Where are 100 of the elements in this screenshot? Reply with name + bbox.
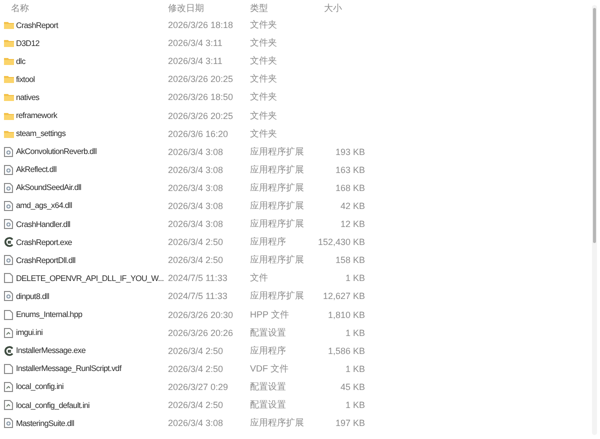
file-name[interactable]: InstallerMessage_RunlScript.vdf (15, 364, 168, 374)
file-size: 1 KB (344, 400, 365, 410)
gear-file-icon (4, 182, 13, 193)
modified-date: 2026/3/26 18:50 (168, 92, 234, 102)
file-size: 12,627 KB (322, 291, 365, 302)
file-type: 应用程序扩展 (250, 254, 305, 267)
file-name[interactable]: steam_settings (15, 129, 168, 138)
file-size: 168 KB (334, 182, 365, 193)
file-type: VDF 文件 (250, 363, 290, 376)
scroll-thumb[interactable] (593, 8, 596, 243)
folder-icon (4, 57, 14, 66)
file-size: 42 KB (339, 200, 365, 211)
file-type: 配置设置 (250, 327, 287, 339)
file-size: 1 KB (344, 364, 365, 374)
file-type: 文件 (250, 272, 269, 285)
file-name[interactable]: MasteringSuite.dll (15, 418, 168, 428)
file-name[interactable]: CrashReport.exe (15, 238, 168, 247)
file-name[interactable]: dlc (15, 56, 168, 66)
file-name[interactable]: amd_ags_x64.dll (15, 201, 168, 210)
folder-icon (4, 21, 14, 30)
file-name[interactable]: local_config.ini (15, 382, 168, 392)
file-name[interactable]: fixtool (15, 74, 168, 84)
gear-file-icon (4, 146, 13, 157)
file-type: 应用程序扩展 (250, 218, 305, 230)
file-name[interactable]: AkSoundSeedAir.dll (15, 183, 168, 192)
file-size: 1,586 KB (326, 346, 365, 356)
modified-date: 2026/3/4 3:08 (168, 219, 224, 230)
settings-file-icon (4, 328, 13, 338)
file-size: 1,810 KB (326, 310, 365, 320)
app-logo-icon (4, 346, 14, 356)
file-name[interactable]: imgui.ini (15, 328, 168, 338)
column-header[interactable]: 类型 (250, 2, 312, 14)
file-size: 197 KB (334, 418, 365, 428)
file-name[interactable]: dinput8.dll (15, 292, 168, 301)
file-type: 应用程序扩展 (250, 417, 305, 430)
file-size: 158 KB (334, 255, 365, 266)
file-size: 12 KB (339, 219, 365, 230)
file-type: 文件夹 (250, 19, 278, 32)
folder-icon (4, 75, 14, 84)
file-name[interactable]: local_config_default.ini (15, 400, 168, 410)
modified-date: 2026/3/26 20:26 (168, 328, 234, 338)
modified-date: 2026/3/4 2:50 (168, 400, 224, 410)
gear-file-icon (4, 219, 13, 230)
file-name[interactable]: reframework (15, 111, 168, 120)
modified-date: 2024/7/5 11:33 (168, 291, 228, 302)
document-icon (4, 273, 13, 284)
gear-file-icon (4, 164, 13, 175)
file-type: 文件夹 (250, 73, 278, 86)
gear-file-icon (4, 418, 13, 428)
modified-date: 2026/3/4 2:50 (168, 346, 224, 356)
file-type: 文件夹 (250, 91, 278, 104)
settings-file-icon (4, 382, 13, 392)
file-type: 文件夹 (250, 37, 278, 50)
app-logo-icon (4, 237, 14, 248)
file-name[interactable]: DELETE_OPENVR_API_DLL_IF_YOU_W... (15, 274, 168, 283)
file-type: 应用程序扩展 (250, 290, 305, 303)
file-name[interactable]: CrashReport (15, 20, 168, 30)
modified-date: 2026/3/26 20:30 (168, 310, 234, 320)
modified-date: 2026/3/26 20:25 (168, 74, 234, 84)
file-size: 45 KB (339, 382, 365, 392)
file-name[interactable]: Enums_Internal.hpp (15, 310, 168, 320)
settings-file-icon (4, 400, 13, 410)
file-name[interactable]: CrashReportDll.dll (15, 256, 168, 265)
file-type: 文件夹 (250, 128, 278, 140)
gear-file-icon (4, 291, 13, 302)
gear-file-icon (4, 255, 13, 266)
file-type: 应用程序扩展 (250, 182, 305, 194)
file-name[interactable]: InstallerMessage.exe (15, 346, 168, 356)
file-size: 163 KB (334, 164, 365, 175)
file-size: 1 KB (344, 328, 365, 338)
file-name[interactable]: CrashHandler.dll (15, 220, 168, 229)
modified-date: 2026/3/4 3:11 (168, 38, 224, 48)
scrollbar[interactable] (592, 5, 597, 435)
file-name[interactable]: natives (15, 92, 168, 102)
file-size: 152,430 KB (316, 237, 365, 248)
file-size: 1 KB (344, 273, 365, 284)
modified-date: 2026/3/4 2:50 (168, 237, 224, 248)
file-size: 193 KB (334, 146, 365, 157)
modified-date: 2026/3/4 3:08 (168, 182, 224, 193)
document-icon (4, 364, 13, 374)
folder-icon (4, 112, 14, 120)
modified-date: 2026/3/27 0:29 (168, 382, 230, 392)
file-name[interactable]: AkConvolutionReverb.dll (15, 147, 168, 156)
modified-date: 2026/3/26 18:18 (168, 20, 234, 30)
file-type: 应用程序扩展 (250, 146, 305, 158)
modified-date: 2026/3/4 3:08 (168, 146, 224, 157)
file-type: HPP 文件 (250, 309, 290, 321)
column-header[interactable]: 名称 (11, 2, 168, 14)
file-name[interactable]: AkReflect.dll (15, 165, 168, 174)
modified-date: 2026/3/4 3:11 (168, 56, 224, 66)
file-type: 配置设置 (250, 381, 287, 394)
modified-date: 2026/3/4 3:08 (168, 200, 224, 211)
column-header[interactable]: 修改日期 (168, 2, 250, 14)
file-type: 应用程序 (250, 236, 287, 248)
file-name[interactable]: D3D12 (15, 38, 168, 48)
column-header[interactable]: 大小 (324, 2, 365, 14)
modified-date: 2024/7/5 11:33 (168, 273, 228, 284)
modified-date: 2026/3/4 2:50 (168, 255, 224, 266)
modified-date: 2026/3/4 3:08 (168, 418, 224, 428)
folder-icon (4, 130, 14, 138)
